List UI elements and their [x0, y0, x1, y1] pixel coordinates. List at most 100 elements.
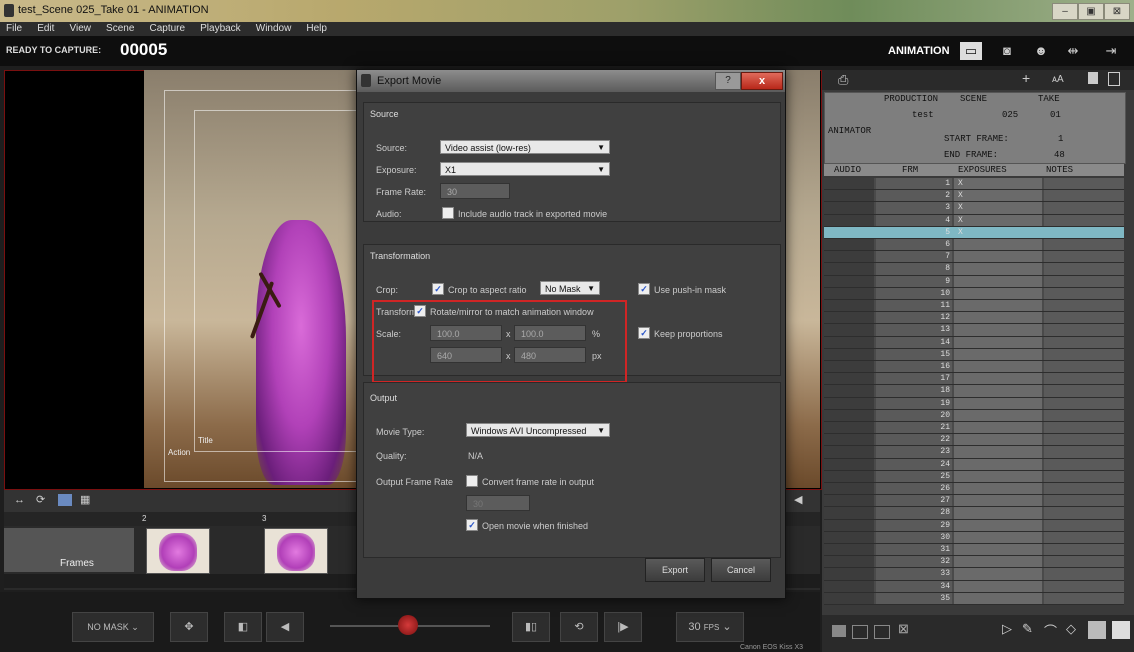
- sheet-cell[interactable]: [824, 519, 874, 531]
- sheet-cell[interactable]: [1044, 361, 1124, 373]
- sheet-cell[interactable]: [1044, 531, 1124, 543]
- sheet-row[interactable]: 31: [824, 544, 1124, 557]
- sheet-cell[interactable]: [1044, 239, 1124, 251]
- menu-window[interactable]: Window: [250, 22, 298, 36]
- sheet-cell[interactable]: [824, 263, 874, 275]
- keep-proportions-checkbox[interactable]: ✓: [638, 327, 650, 339]
- sheet-row[interactable]: 3X: [824, 202, 1124, 215]
- menu-view[interactable]: View: [63, 22, 97, 36]
- sheet-cell[interactable]: [824, 202, 874, 214]
- sheet-cell[interactable]: [1044, 336, 1124, 348]
- sheet-cell[interactable]: [954, 568, 1042, 580]
- sheet-cell[interactable]: [954, 592, 1042, 604]
- crop-aspect-checkbox[interactable]: ✓: [432, 283, 444, 295]
- sheet-row[interactable]: 5X: [824, 226, 1124, 239]
- frame-thumbnail[interactable]: [264, 528, 328, 574]
- sheet-cell[interactable]: [824, 300, 874, 312]
- sheet-row[interactable]: 7: [824, 251, 1124, 264]
- sheet-cell[interactable]: [954, 422, 1042, 434]
- sheet-cell[interactable]: [1044, 263, 1124, 275]
- sheet-tool-icon[interactable]: [874, 625, 890, 639]
- sheet-cell[interactable]: [824, 483, 874, 495]
- sheet-cell[interactable]: [1044, 287, 1124, 299]
- sheet-row[interactable]: 24: [824, 458, 1124, 471]
- font-size-icon[interactable]: ᴀA: [1052, 74, 1064, 85]
- sheet-row[interactable]: 10: [824, 287, 1124, 300]
- sheet-row[interactable]: 2X: [824, 190, 1124, 203]
- sheet-cell[interactable]: [954, 275, 1042, 287]
- print-icon[interactable]: ⎙: [838, 72, 848, 88]
- frame-rate-field[interactable]: 30: [440, 183, 510, 199]
- sheet-row[interactable]: 21: [824, 422, 1124, 435]
- sheet-row[interactable]: 29: [824, 519, 1124, 532]
- brush-size-icon[interactable]: [1112, 621, 1130, 639]
- loop-icon[interactable]: ⟳: [36, 493, 45, 506]
- sheet-row[interactable]: 26: [824, 483, 1124, 496]
- sheet-cell[interactable]: [954, 580, 1042, 592]
- sheet-cell[interactable]: [1044, 556, 1124, 568]
- clear-icon[interactable]: ⊠: [898, 621, 909, 637]
- sheet-cell[interactable]: [1044, 226, 1124, 238]
- zoom-level-icon[interactable]: [1088, 621, 1106, 639]
- speaker-icon[interactable]: ◀: [794, 493, 802, 506]
- sheet-row[interactable]: 35: [824, 592, 1124, 605]
- sheet-cell[interactable]: [824, 239, 874, 251]
- sheet-row[interactable]: 11: [824, 300, 1124, 313]
- sheet-cell[interactable]: [824, 361, 874, 373]
- sheet-cell[interactable]: [954, 178, 1042, 190]
- sheet-cell[interactable]: [954, 446, 1042, 458]
- output-frame-rate-field[interactable]: 30: [466, 495, 530, 511]
- sheet-cell[interactable]: [954, 324, 1042, 336]
- menu-scene[interactable]: Scene: [100, 22, 140, 36]
- sheet-cell[interactable]: [1044, 190, 1124, 202]
- sheet-cell[interactable]: [954, 373, 1042, 385]
- sheet-cell[interactable]: [824, 275, 874, 287]
- single-view-icon[interactable]: [58, 494, 72, 506]
- sheet-cell[interactable]: [824, 409, 874, 421]
- sheet-cell[interactable]: [954, 519, 1042, 531]
- sheet-cell[interactable]: [1044, 385, 1124, 397]
- sheet-cell[interactable]: [824, 422, 874, 434]
- menu-capture[interactable]: Capture: [143, 22, 191, 36]
- sheet-cell[interactable]: [824, 214, 874, 226]
- sheet-cell[interactable]: [954, 348, 1042, 360]
- sheet-cell[interactable]: [1044, 275, 1124, 287]
- close-window-button[interactable]: ⊠: [1104, 3, 1130, 20]
- sheet-row[interactable]: 4X: [824, 214, 1124, 227]
- grid-view-icon[interactable]: ▦: [80, 493, 90, 506]
- sheet-row[interactable]: 27: [824, 495, 1124, 508]
- sheet-row[interactable]: 16: [824, 361, 1124, 374]
- eraser-tool-icon[interactable]: ◇: [1066, 621, 1076, 637]
- sheet-cell[interactable]: [1044, 592, 1124, 604]
- sheet-tool-icon[interactable]: [832, 625, 846, 637]
- menu-help[interactable]: Help: [300, 22, 333, 36]
- menu-edit[interactable]: Edit: [31, 22, 60, 36]
- sheet-cell[interactable]: [1044, 568, 1124, 580]
- sheet-cell[interactable]: [954, 361, 1042, 373]
- go-to-start-button[interactable]: ◧: [224, 612, 262, 642]
- live-toggle-button[interactable]: ▮▯: [512, 612, 550, 642]
- export-button[interactable]: Export: [645, 558, 705, 582]
- sheet-cell[interactable]: [824, 580, 874, 592]
- sheet-cell[interactable]: [1044, 348, 1124, 360]
- sheet-row[interactable]: 20: [824, 409, 1124, 422]
- sheet-cell[interactable]: [1044, 470, 1124, 482]
- select-tool-icon[interactable]: ▷: [1002, 621, 1012, 637]
- mask-dropdown[interactable]: NO MASK ⌄: [72, 612, 154, 642]
- curve-tool-icon[interactable]: ⌒: [1044, 621, 1057, 640]
- sheet-row[interactable]: 32: [824, 556, 1124, 569]
- menu-playback[interactable]: Playback: [194, 22, 247, 36]
- sheet-cell[interactable]: [1044, 434, 1124, 446]
- dialog-close-button[interactable]: x: [741, 72, 783, 90]
- sheet-cell[interactable]: [1044, 409, 1124, 421]
- loop-button[interactable]: ⟲: [560, 612, 598, 642]
- user-icon[interactable]: ☻: [1030, 42, 1052, 60]
- crop-mask-dropdown[interactable]: No Mask ▼: [540, 281, 600, 295]
- sheet-row[interactable]: 34: [824, 580, 1124, 593]
- sheet-cell[interactable]: [824, 434, 874, 446]
- maximize-button[interactable]: ▣: [1078, 3, 1104, 20]
- sheet-cell[interactable]: [1044, 300, 1124, 312]
- camera-icon[interactable]: ◙: [996, 42, 1018, 60]
- sheet-cell[interactable]: [1044, 324, 1124, 336]
- swap-icon[interactable]: ↔: [14, 494, 25, 506]
